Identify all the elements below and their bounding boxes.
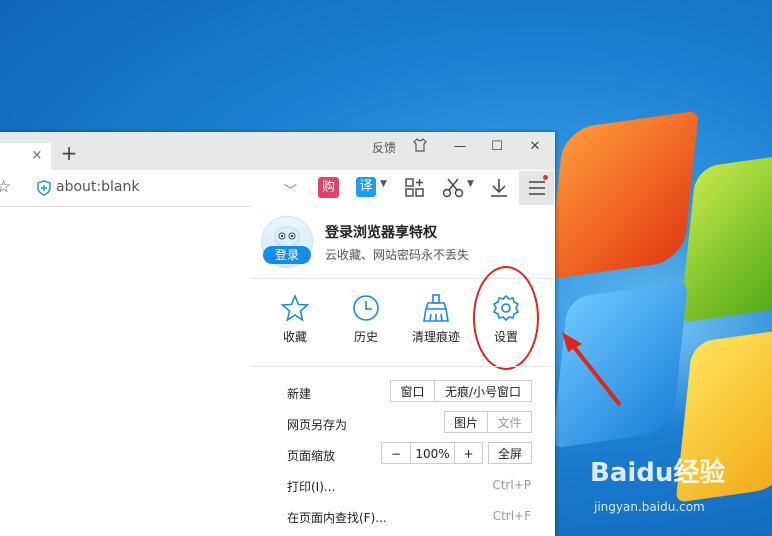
bookmark-star-icon[interactable]: ☆ <box>0 177 12 197</box>
save-as-label: 网页另存为 <box>287 418 348 432</box>
windows-logo-green-pane <box>679 152 772 323</box>
shopping-icon[interactable]: 购 <box>318 177 339 198</box>
favorites-label: 收藏 <box>282 330 307 344</box>
baidu-jingyan-watermark: Baidu经验 jingyan.baidu.com <box>590 452 726 514</box>
close-window-button[interactable]: ✕ <box>525 137 545 157</box>
apps-grid-icon[interactable] <box>404 177 426 199</box>
browser-tab[interactable]: × <box>0 143 51 170</box>
annotation-arrow <box>562 332 622 407</box>
broom-icon <box>423 294 449 322</box>
star-icon <box>281 294 309 322</box>
title-bar: × + 反馈 — ☐ ✕ <box>0 132 555 170</box>
watermark-brand: Baidu经验 <box>590 458 726 488</box>
divider <box>251 366 555 367</box>
scissors-icon[interactable] <box>442 177 464 199</box>
notification-dot <box>543 175 548 180</box>
history-button[interactable]: 历史 <box>336 294 396 345</box>
login-title[interactable]: 登录浏览器享特权 <box>325 222 437 242</box>
zoom-label: 页面缩放 <box>287 449 336 463</box>
screenshot-caret-icon[interactable]: ▼ <box>467 179 474 201</box>
address-text[interactable]: about:blank <box>56 179 139 195</box>
zoom-level: 100% <box>410 442 455 464</box>
find-shortcut: Ctrl+F <box>492 509 531 523</box>
address-bar[interactable]: about:blank ﹀ <box>36 178 302 199</box>
clock-icon <box>353 295 379 321</box>
new-tab-button[interactable]: + <box>60 143 78 163</box>
skin-icon[interactable] <box>410 137 430 157</box>
annotation-circle <box>473 266 539 370</box>
clear-traces-label: 清理痕迹 <box>411 330 460 344</box>
clear-traces-button[interactable]: 清理痕迹 <box>406 294 466 345</box>
favorites-button[interactable]: 收藏 <box>265 294 325 345</box>
print-menu-item[interactable]: 打印(I)... <box>287 478 335 495</box>
tab-close-icon[interactable]: × <box>30 149 44 163</box>
translate-icon[interactable]: 译 <box>356 177 376 197</box>
maximize-button[interactable]: ☐ <box>487 137 507 157</box>
mascot-icon <box>274 226 300 247</box>
new-window-button[interactable]: 窗口 <box>390 380 435 402</box>
save-image-button[interactable]: 图片 <box>444 411 488 433</box>
print-shortcut: Ctrl+P <box>492 478 531 492</box>
main-menu-button[interactable] <box>519 171 554 205</box>
hamburger-icon <box>529 181 545 195</box>
save-file-button[interactable]: 文件 <box>487 411 532 433</box>
fullscreen-button[interactable]: 全屏 <box>488 442 532 464</box>
shield-icon <box>37 180 51 196</box>
translate-caret-icon[interactable]: ▼ <box>380 179 387 201</box>
login-subtitle: 云收藏、网站密码永不丢失 <box>325 248 470 262</box>
watermark-url: jingyan.baidu.com <box>594 500 705 514</box>
history-label: 历史 <box>353 330 378 344</box>
toolbar: ☆ about:blank ﹀ 购 译 ▼ ▼ <box>0 170 555 207</box>
chevron-down-icon[interactable]: ﹀ <box>284 180 297 199</box>
browser-window: × + 反馈 — ☐ ✕ ☆ about:blank ﹀ 购 译 ▼ ▼ 登录 … <box>0 132 555 536</box>
find-in-page-menu-item[interactable]: 在页面内查找(F)... <box>287 509 387 526</box>
zoom-out-button[interactable]: − <box>381 442 411 464</box>
main-menu-dropdown: 登录 登录浏览器享特权 云收藏、网站密码永不丢失 收藏 历史 清理痕迹 设置 新… <box>251 206 555 536</box>
login-button[interactable]: 登录 <box>263 246 311 264</box>
zoom-in-button[interactable]: + <box>454 442 483 464</box>
new-label: 新建 <box>287 387 312 401</box>
minimize-button[interactable]: — <box>450 137 470 157</box>
download-icon[interactable] <box>488 177 510 199</box>
feedback-link[interactable]: 反馈 <box>372 139 396 156</box>
new-private-window-button[interactable]: 无痕/小号窗口 <box>434 380 532 402</box>
